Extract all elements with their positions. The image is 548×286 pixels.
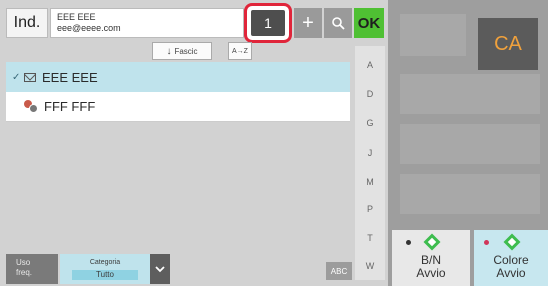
category-select[interactable]: Categoria Tutto — [60, 254, 150, 284]
start-color-button[interactable]: Colore Avvio — [474, 230, 548, 286]
chevron-down-icon — [155, 266, 165, 273]
recipient-count-highlight: 1 — [244, 3, 292, 43]
chevron-down-icon: ✓ — [12, 71, 21, 83]
dimmed-area — [400, 14, 466, 56]
index-letter[interactable]: A — [355, 60, 385, 70]
sort-fascic-label: Fascic — [174, 46, 198, 56]
mail-icon — [24, 72, 36, 82]
recipient-count-button[interactable]: 1 — [251, 10, 285, 36]
recipient-email: eee@eeee.com — [57, 23, 121, 33]
recipient-field[interactable]: EEE EEE eee@eeee.com — [50, 8, 244, 38]
dimmed-area — [400, 74, 540, 114]
index-letter[interactable]: M — [355, 177, 385, 187]
alphabet-index: A D G J M P T W — [355, 46, 385, 280]
group-icon — [24, 99, 38, 114]
plus-icon: + — [302, 11, 314, 34]
sort-alpha-button[interactable]: A→Z — [228, 42, 252, 60]
start-diamond-icon — [423, 233, 441, 251]
category-value: Tutto — [72, 270, 138, 280]
mono-dot-icon — [406, 240, 411, 245]
contact-name: FFF FFF — [44, 99, 96, 114]
add-recipient-button[interactable]: + — [294, 8, 322, 38]
dimmed-area — [400, 174, 540, 214]
category-label: Categoria — [89, 259, 121, 266]
index-letter[interactable]: D — [355, 89, 385, 99]
contact-list: ✓ EEE EEE FFF FFF — [6, 62, 350, 122]
dimmed-area — [400, 124, 540, 164]
ok-button[interactable]: OK — [354, 8, 384, 38]
category-dropdown-button[interactable] — [150, 254, 170, 284]
sort-arrow-icon: ↓ — [166, 45, 172, 57]
ind-button[interactable]: Ind. — [6, 8, 48, 38]
list-item[interactable]: ✓ EEE EEE — [6, 62, 350, 92]
index-letter[interactable]: W — [355, 261, 385, 271]
clear-all-button[interactable]: CA — [478, 18, 538, 70]
start-bw-button[interactable]: B/N Avvio — [392, 230, 470, 286]
index-letter[interactable]: G — [355, 118, 385, 128]
index-letter[interactable]: J — [355, 148, 385, 158]
search-icon — [332, 17, 345, 30]
index-letter[interactable]: T — [355, 233, 385, 243]
abc-toggle-button[interactable]: ABC — [326, 262, 352, 280]
index-letter[interactable]: P — [355, 204, 385, 214]
address-bar: Ind. EEE EEE eee@eeee.com 1 + OK — [6, 3, 386, 43]
sort-fascic-button[interactable]: ↓ Fascic — [152, 42, 212, 60]
contact-name: EEE EEE — [42, 69, 98, 85]
search-button[interactable] — [324, 8, 352, 38]
color-dot-icon — [484, 240, 489, 245]
list-item[interactable]: FFF FFF — [6, 92, 350, 122]
frequent-use-button[interactable]: Uso freq. — [6, 254, 58, 284]
start-diamond-icon — [503, 233, 521, 251]
recipient-name: EEE EEE — [57, 12, 96, 22]
